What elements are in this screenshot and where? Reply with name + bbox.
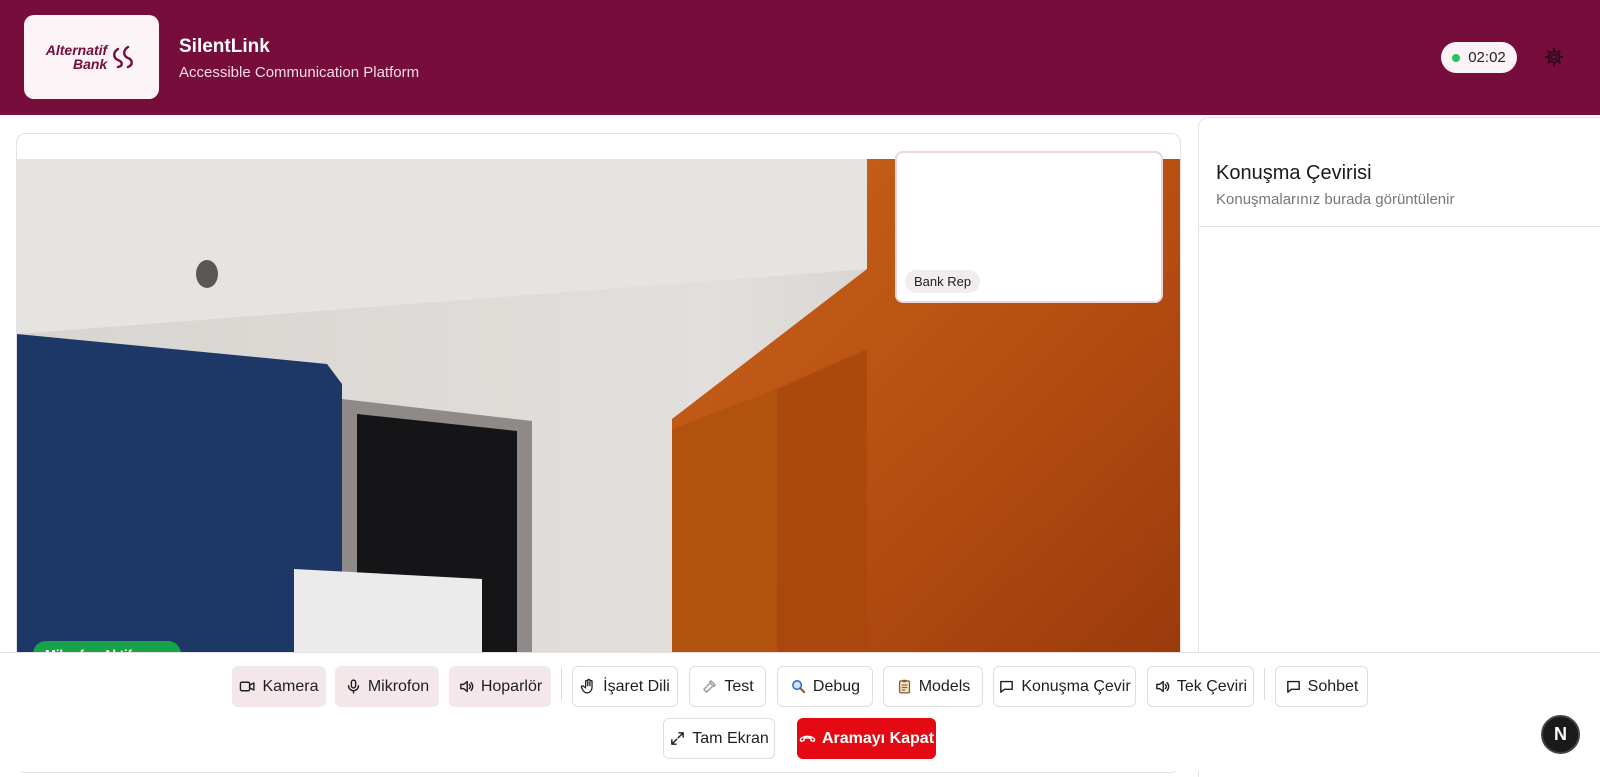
transcript-subtitle: Konuşmalarınız burada görüntülenir bbox=[1216, 191, 1455, 208]
single-translate-button[interactable]: Tek Çeviri bbox=[1147, 666, 1254, 707]
speaker-icon bbox=[459, 680, 474, 693]
expand-icon bbox=[671, 732, 685, 745]
camera-icon bbox=[240, 681, 256, 692]
call-timer: 02:02 bbox=[1441, 42, 1517, 73]
models-button-label: Models bbox=[918, 677, 971, 695]
remote-participant-tile[interactable]: Bank Rep bbox=[895, 151, 1163, 303]
speaker-icon bbox=[1156, 680, 1170, 693]
speaker-button[interactable]: Hoparlör bbox=[449, 666, 551, 707]
dev-tools-badge[interactable]: N bbox=[1541, 715, 1580, 754]
connection-status-dot bbox=[1452, 53, 1461, 62]
app-header: Alternatif Bank SilentLink Accessible Co… bbox=[0, 0, 1600, 115]
controls-separator bbox=[1264, 668, 1265, 700]
call-timer-value: 02:02 bbox=[1468, 49, 1506, 66]
speech-translate-button[interactable]: Konuşma Çevir bbox=[993, 666, 1136, 707]
camera-button-label: Kamera bbox=[262, 677, 319, 695]
magnifier-icon bbox=[791, 680, 806, 694]
app-subtitle: Accessible Communication Platform bbox=[179, 64, 420, 81]
chat-bubble-icon bbox=[1000, 680, 1014, 693]
fullscreen-button[interactable]: Tam Ekran bbox=[663, 718, 775, 759]
mic-icon bbox=[347, 679, 359, 694]
end-call-button-label: Aramayı Kapat bbox=[821, 729, 935, 747]
sign-language-button-label: İşaret Dili bbox=[603, 677, 670, 695]
panel-divider bbox=[1199, 226, 1600, 227]
camera-button[interactable]: Kamera bbox=[232, 666, 326, 707]
clipboard-icon bbox=[898, 679, 910, 694]
chat-button-label: Sohbet bbox=[1307, 677, 1359, 695]
logo-wordmark: Alternatif Bank bbox=[46, 43, 107, 71]
speaker-button-label: Hoparlör bbox=[480, 677, 543, 695]
app-title: SilentLink bbox=[179, 36, 270, 57]
debug-button[interactable]: Debug bbox=[777, 666, 873, 707]
bank-logo[interactable]: Alternatif Bank bbox=[24, 15, 159, 99]
microphone-button-label: Mikrofon bbox=[367, 677, 430, 695]
logo-line-1: Alternatif bbox=[45, 42, 108, 58]
transcript-title: Konuşma Çevirisi bbox=[1216, 162, 1372, 184]
phone-hangup-icon bbox=[799, 735, 816, 743]
sign-language-button[interactable]: İşaret Dili bbox=[572, 666, 678, 707]
single-translate-button-label: Tek Çeviri bbox=[1176, 677, 1248, 695]
models-button[interactable]: Models bbox=[883, 666, 983, 707]
test-button[interactable]: Test bbox=[689, 666, 766, 707]
speech-translate-button-label: Konuşma Çevir bbox=[1021, 677, 1131, 695]
controls-separator bbox=[561, 668, 562, 700]
wrench-icon bbox=[703, 680, 717, 693]
end-call-button[interactable]: Aramayı Kapat bbox=[797, 718, 936, 759]
remote-participant-label: Bank Rep bbox=[905, 270, 981, 293]
microphone-button[interactable]: Mikrofon bbox=[335, 666, 439, 707]
gear-icon[interactable] bbox=[1544, 47, 1564, 67]
fullscreen-button-label: Tam Ekran bbox=[692, 729, 769, 747]
debug-button-label: Debug bbox=[812, 677, 861, 695]
test-button-label: Test bbox=[724, 677, 754, 695]
logo-symbol-icon bbox=[113, 45, 134, 69]
hand-icon bbox=[580, 678, 593, 694]
logo-line-2: Bank bbox=[72, 56, 108, 72]
chat-button[interactable]: Sohbet bbox=[1275, 666, 1368, 707]
chat-bubble-icon bbox=[1286, 680, 1300, 693]
